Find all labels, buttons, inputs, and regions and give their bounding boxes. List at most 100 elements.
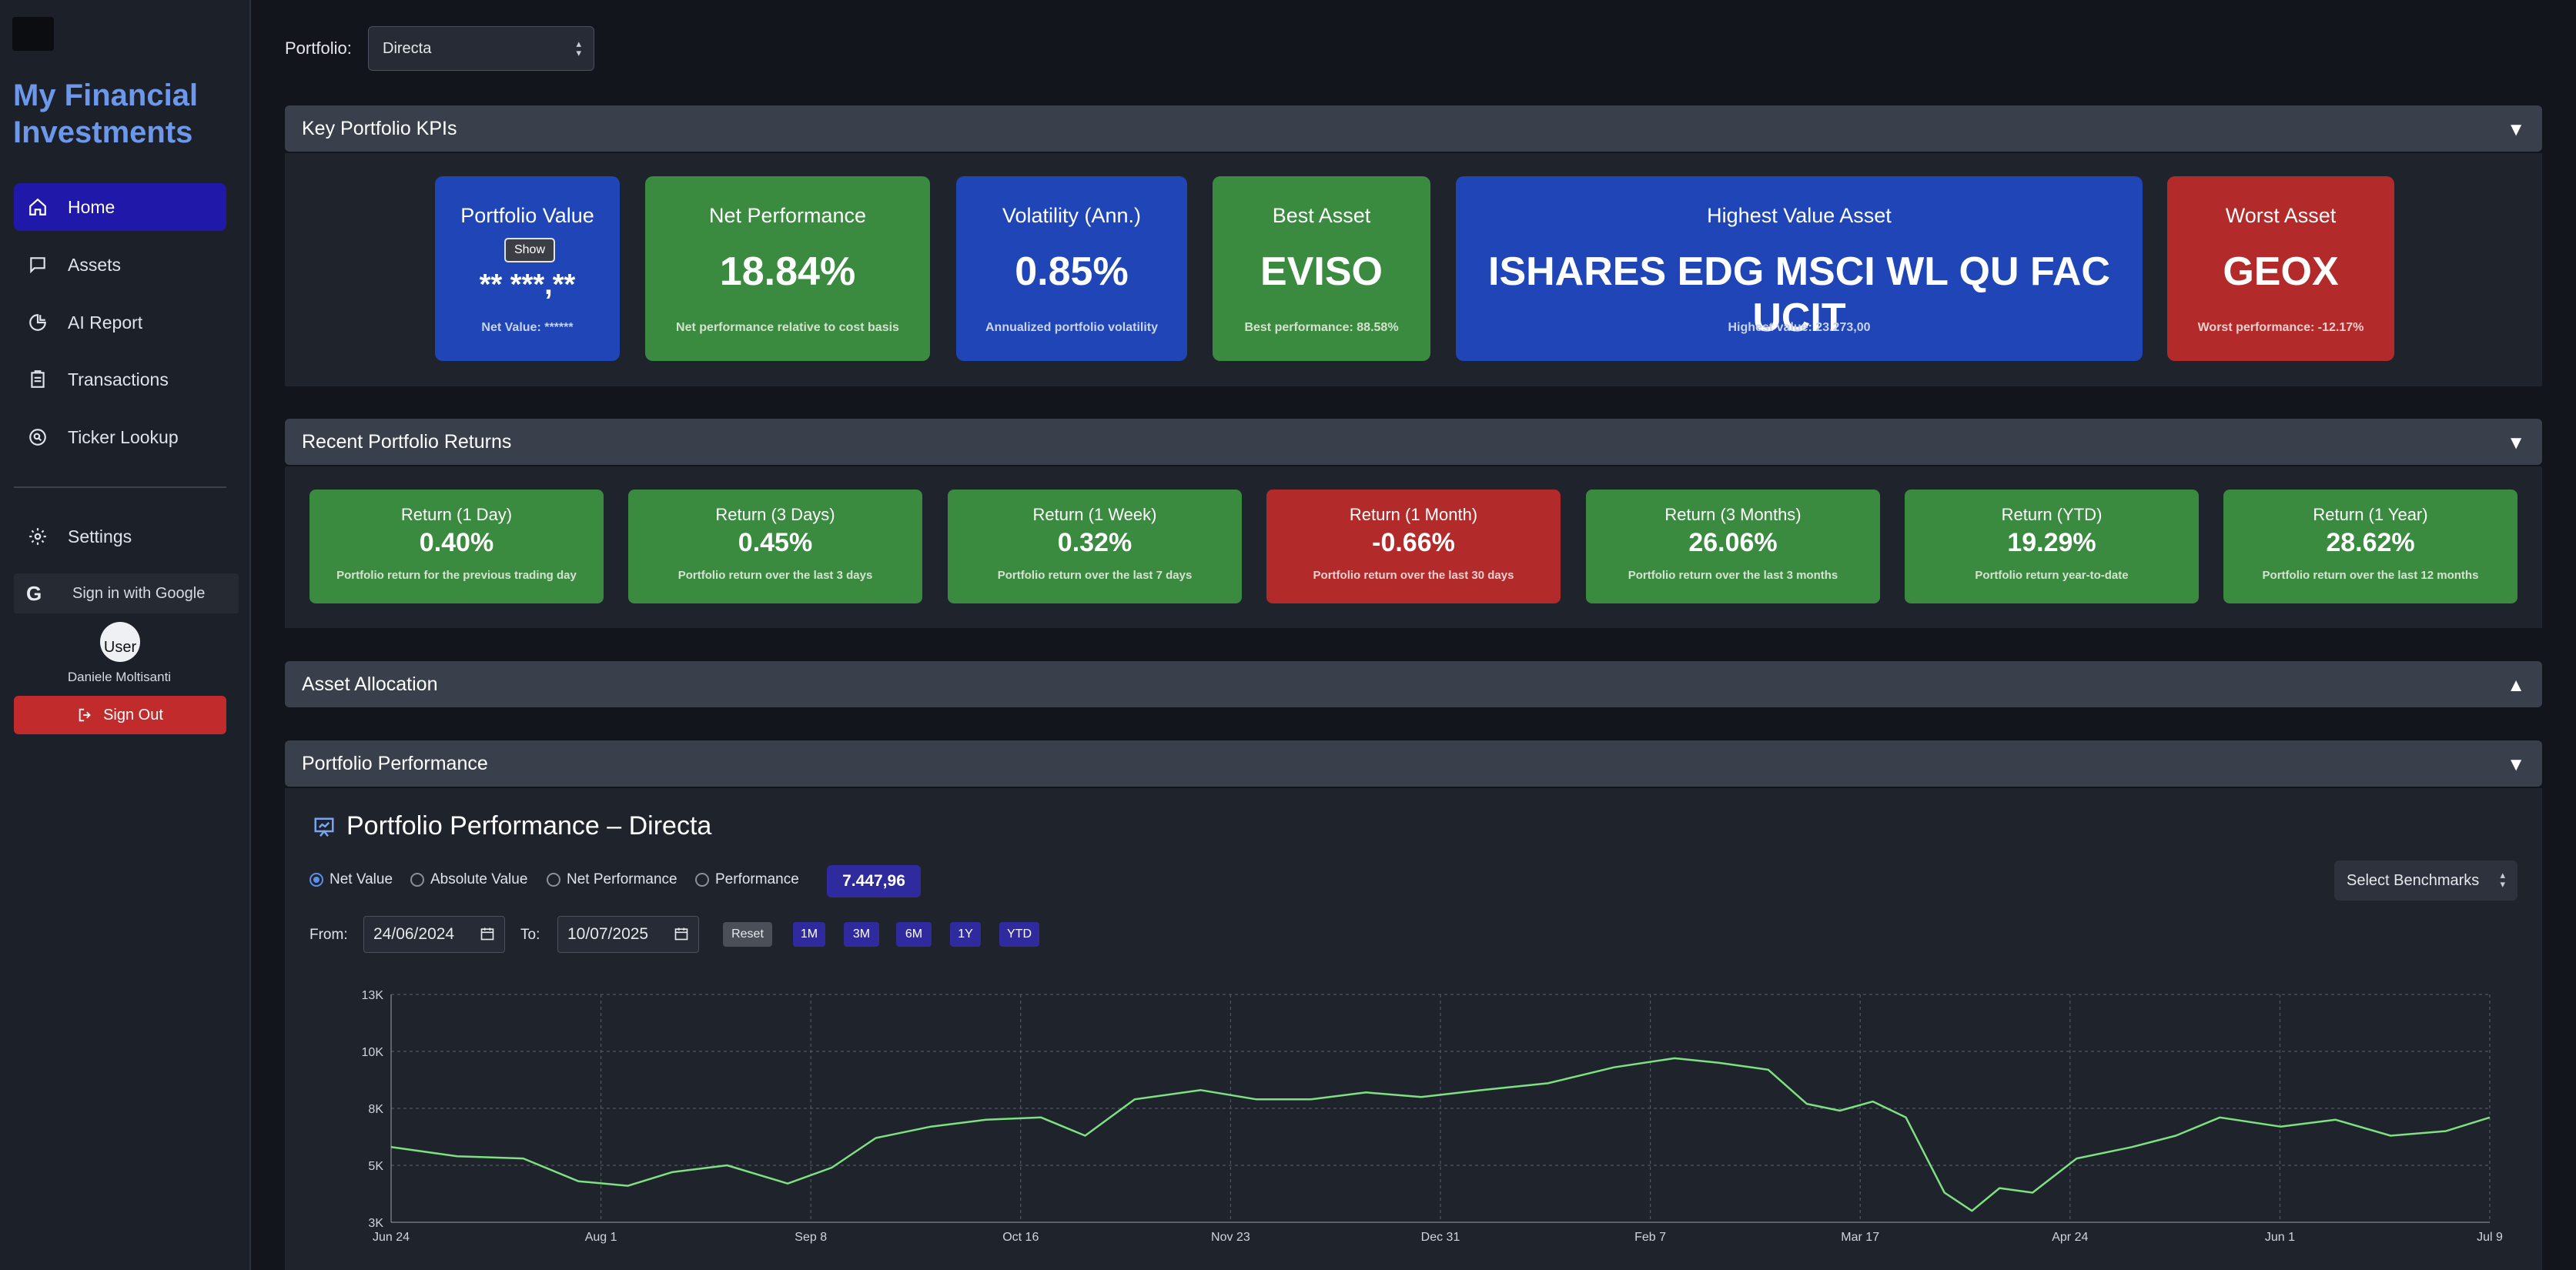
kpi-title: Highest Value Asset: [1707, 204, 1892, 227]
x-tick-label: Oct 16: [1002, 1231, 1039, 1244]
performance-title: Portfolio Performance – Directa: [346, 811, 712, 841]
section-header-allocation[interactable]: Asset Allocation ▲: [285, 661, 2542, 707]
kpi-subtitle: Net performance relative to cost basis: [676, 321, 899, 334]
chat-icon: [30, 257, 45, 274]
y-tick-label: 3K: [368, 1217, 383, 1230]
nav-item-label: Assets: [68, 254, 122, 275]
presentation-chart-icon: [314, 817, 334, 837]
x-tick-label: Jul 9: [2477, 1231, 2503, 1244]
radio-dot: [410, 873, 424, 887]
y-tick-label: 10K: [362, 1046, 384, 1059]
radio-dot: [309, 873, 323, 887]
returns-panel: Return (1 Day) 0.40% Portfolio return fo…: [285, 466, 2542, 628]
google-sign-in-button[interactable]: G Sign in with Google: [14, 573, 239, 613]
to-date-input[interactable]: 10/07/2025: [557, 916, 699, 953]
x-tick-label: Jun 1: [2265, 1231, 2295, 1244]
return-value: -0.66%: [1372, 528, 1455, 557]
kpi-net-performance: Net Performance 18.84% Net performance r…: [645, 176, 930, 361]
range-button-ytd[interactable]: YTD: [999, 922, 1039, 947]
return-title: Return (3 Months): [1664, 505, 1802, 524]
return-subtitle: Portfolio return over the last 30 days: [1313, 569, 1514, 582]
avatar: User: [100, 622, 140, 662]
return-value: 0.40%: [419, 528, 494, 557]
section-header-performance[interactable]: Portfolio Performance ▼: [285, 740, 2542, 787]
kpi-title: Worst Asset: [2225, 204, 2337, 227]
range-button-1y[interactable]: 1Y: [950, 922, 981, 947]
home-icon: [29, 198, 46, 216]
kpi-value: ** ***,**: [479, 269, 576, 301]
nav-item-home[interactable]: Home: [14, 183, 226, 231]
range-button-6m[interactable]: 6M: [896, 922, 932, 947]
x-tick-label: Feb 7: [1634, 1231, 1666, 1244]
show-value-button[interactable]: Show: [504, 238, 555, 262]
nav-item-ai-report[interactable]: AI Report: [14, 299, 226, 346]
kpi-title: Net Performance: [708, 204, 867, 227]
collapse-triangle-icon: ▼: [2507, 754, 2525, 775]
reset-button[interactable]: Reset: [723, 922, 772, 947]
select-benchmarks-dropdown[interactable]: Select Benchmarks ▴ ▾: [2334, 861, 2517, 901]
radio-label: Net Value: [330, 871, 393, 887]
kpi-title: Volatility (Ann.): [1002, 204, 1142, 227]
range-button-3m[interactable]: 3M: [844, 922, 879, 947]
radio-absolute-value[interactable]: Absolute Value: [410, 871, 527, 888]
google-sign-in-label: Sign in with Google: [72, 584, 206, 602]
from-date-value: 24/06/2024: [373, 925, 455, 943]
kpi-subtitle: Annualized portfolio volatility: [985, 321, 1158, 334]
from-date-input[interactable]: 24/06/2024: [363, 916, 505, 953]
kpi-value: EVISO: [1260, 249, 1383, 294]
kpi-panel: Portfolio Value Show ** ***,** Net Value…: [285, 153, 2542, 386]
section-header-kpis[interactable]: Key Portfolio KPIs ▼: [285, 105, 2542, 152]
nav-item-assets[interactable]: Assets: [14, 241, 226, 289]
nav-item-label: Ticker Lookup: [68, 426, 179, 447]
radio-net-performance[interactable]: Net Performance: [547, 871, 677, 888]
kpi-worst-asset: Worst Asset GEOX Worst performance: -12.…: [2167, 176, 2394, 361]
return-card-3-months: Return (3 Months) 26.06% Portfolio retur…: [1586, 490, 1880, 603]
nav-item-transactions[interactable]: Transactions: [14, 356, 226, 403]
calendar-icon: [674, 927, 688, 941]
kpi-value: 18.84%: [719, 249, 856, 294]
return-subtitle: Portfolio return over the last 3 days: [677, 569, 873, 582]
to-date-value: 10/07/2025: [567, 925, 649, 943]
kpi-value: GEOX: [2223, 249, 2339, 294]
return-card-ytd: Return (YTD) 19.29% Portfolio return yea…: [1905, 490, 2199, 603]
range-button-1m[interactable]: 1M: [793, 922, 825, 947]
return-card-1-month: Return (1 Month) -0.66% Portfolio return…: [1266, 490, 1561, 603]
google-icon: G: [26, 581, 42, 605]
return-subtitle: Portfolio return over the last 3 months: [1628, 569, 1838, 582]
portfolio-select[interactable]: Directa ▴ ▾: [368, 26, 594, 71]
portfolio-select-value: Directa: [383, 39, 432, 57]
return-subtitle: Portfolio return over the last 7 days: [997, 569, 1193, 582]
pie-chart-icon: [29, 314, 46, 331]
x-tick-label: Jun 24: [373, 1231, 410, 1244]
to-label: To:: [520, 927, 540, 943]
radio-label: Performance: [715, 871, 799, 887]
return-value: 0.32%: [1057, 528, 1132, 557]
app-logo: [12, 17, 54, 51]
collapse-triangle-icon: ▼: [2507, 433, 2525, 453]
y-tick-label: 13K: [362, 989, 384, 1002]
gear-icon: [29, 528, 46, 545]
sign-out-button[interactable]: Sign Out: [14, 696, 226, 734]
x-tick-label: Aug 1: [585, 1231, 617, 1244]
benchmarks-label: Select Benchmarks: [2347, 871, 2480, 889]
x-tick-label: Nov 23: [1211, 1231, 1250, 1244]
nav-item-label: Settings: [68, 526, 132, 546]
radio-label: Net Performance: [567, 871, 677, 887]
x-tick-label: Mar 17: [1841, 1231, 1879, 1244]
user-name: Daniele Moltisanti: [67, 670, 172, 684]
kpi-portfolio-value: Portfolio Value Show ** ***,** Net Value…: [435, 176, 620, 361]
return-title: Return (3 Days): [715, 505, 835, 524]
radio-dot: [547, 873, 560, 887]
radio-performance[interactable]: Performance: [695, 871, 799, 888]
nav-item-settings[interactable]: Settings: [14, 513, 226, 560]
collapse-triangle-icon: ▼: [2507, 119, 2525, 140]
radio-net-value[interactable]: Net Value: [309, 871, 393, 888]
nav-item-ticker-lookup[interactable]: Ticker Lookup: [14, 413, 226, 461]
section-title: Recent Portfolio Returns: [302, 430, 512, 453]
section-header-returns[interactable]: Recent Portfolio Returns ▼: [285, 419, 2542, 465]
kpi-subtitle: Best performance: 88.58%: [1244, 321, 1399, 334]
return-value: 19.29%: [2007, 528, 2096, 557]
return-title: Return (1 Day): [400, 505, 513, 524]
kpi-value: 0.85%: [1015, 249, 1129, 294]
section-title: Asset Allocation: [302, 673, 438, 695]
